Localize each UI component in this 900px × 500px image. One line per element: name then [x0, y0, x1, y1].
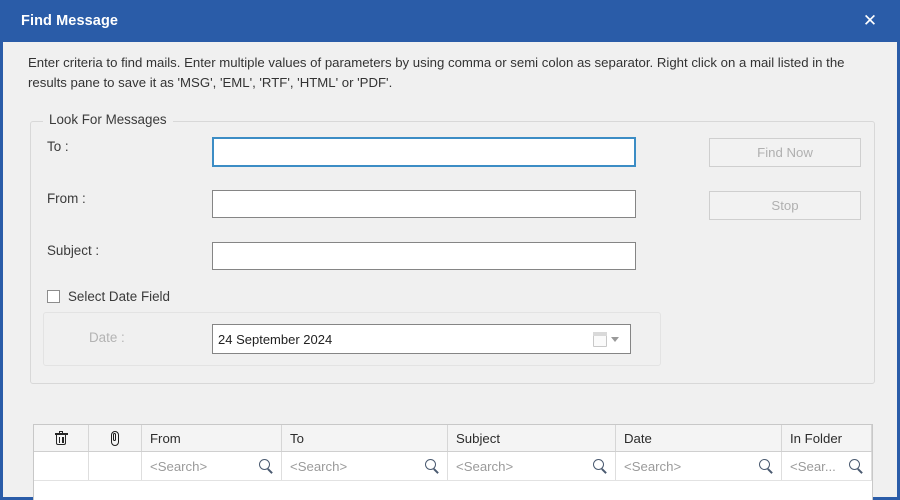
search-cell-in-folder[interactable]: <Sear... — [782, 452, 872, 480]
search-cell-date[interactable]: <Search> — [616, 452, 782, 480]
column-header-in-folder[interactable]: In Folder — [782, 425, 872, 451]
grid-header-row: From To Subject Date In Folder — [34, 425, 872, 452]
checkbox-box[interactable] — [47, 290, 60, 303]
search-placeholder-from: <Search> — [150, 458, 208, 474]
date-label: Date : — [89, 330, 125, 345]
dialog-title: Find Message — [21, 13, 119, 29]
search-icon[interactable] — [759, 458, 774, 474]
search-icon[interactable] — [849, 458, 864, 474]
search-icon[interactable] — [259, 458, 274, 474]
column-header-from[interactable]: From — [142, 425, 282, 451]
find-now-button[interactable]: Find Now — [709, 138, 861, 167]
trash-icon — [54, 431, 68, 445]
chevron-down-icon — [611, 336, 619, 342]
to-input[interactable] — [212, 137, 636, 167]
column-header-subject[interactable]: Subject — [448, 425, 616, 451]
calendar-icon — [593, 331, 607, 347]
grid-body — [34, 481, 872, 500]
results-grid: From To Subject Date In Folder <Search> … — [33, 424, 873, 500]
from-label: From : — [47, 191, 86, 206]
search-placeholder-in-folder: <Sear... — [790, 458, 836, 474]
search-placeholder-subject: <Search> — [456, 458, 514, 474]
column-header-date[interactable]: Date — [616, 425, 782, 451]
to-label: To : — [47, 139, 69, 154]
search-icon[interactable] — [425, 458, 440, 474]
date-value: 24 September 2024 — [218, 331, 333, 347]
search-cell-subject[interactable]: <Search> — [448, 452, 616, 480]
column-header-to[interactable]: To — [282, 425, 448, 451]
column-header-attachment[interactable] — [89, 425, 142, 451]
subject-label: Subject : — [47, 243, 100, 258]
from-input[interactable] — [212, 190, 636, 218]
paperclip-icon — [110, 430, 121, 446]
search-cell-to[interactable]: <Search> — [282, 452, 448, 480]
dialog-description: Enter criteria to find mails. Enter mult… — [28, 55, 845, 90]
search-cell-attachment — [89, 452, 142, 480]
search-cell-delete — [34, 452, 89, 480]
subject-input[interactable] — [212, 242, 636, 270]
select-date-field-checkbox[interactable]: Select Date Field — [47, 289, 170, 304]
date-dropdown-button[interactable] — [582, 325, 630, 353]
search-placeholder-to: <Search> — [290, 458, 348, 474]
select-date-field-label: Select Date Field — [68, 289, 170, 304]
stop-button[interactable]: Stop — [709, 191, 861, 220]
group-legend: Look For Messages — [43, 112, 173, 127]
title-bar: Find Message ✕ — [0, 0, 900, 42]
grid-search-row: <Search> <Search> <Search> <Search> <Sea… — [34, 452, 872, 481]
close-icon[interactable]: ✕ — [848, 0, 892, 42]
find-message-dialog: Find Message ✕ Enter criteria to find ma… — [0, 0, 900, 500]
date-picker[interactable]: 24 September 2024 — [212, 324, 631, 354]
search-cell-from[interactable]: <Search> — [142, 452, 282, 480]
search-placeholder-date: <Search> — [624, 458, 682, 474]
column-header-delete[interactable] — [34, 425, 89, 451]
search-icon[interactable] — [593, 458, 608, 474]
